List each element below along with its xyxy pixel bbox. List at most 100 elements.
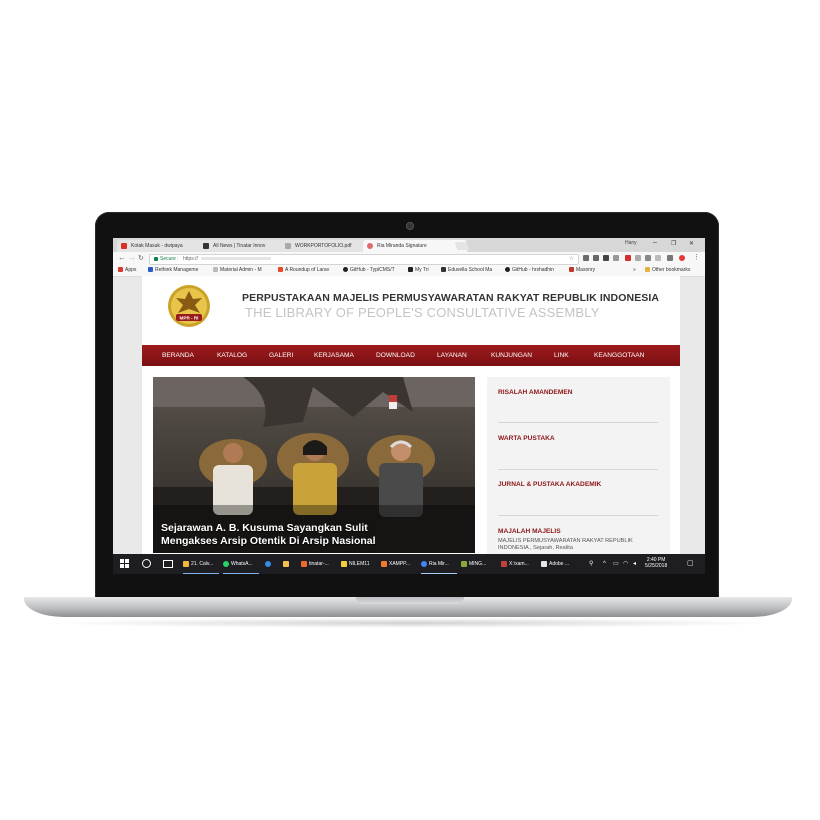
- extension-icon[interactable]: [593, 255, 599, 261]
- wifi-icon[interactable]: ◠: [623, 558, 628, 570]
- new-tab-button[interactable]: [454, 242, 470, 250]
- mail-icon[interactable]: [667, 255, 673, 261]
- xampp-icon: [381, 560, 387, 567]
- taskbar-app[interactable]: Adobe ...: [541, 558, 569, 570]
- taskbar-app[interactable]: [283, 558, 291, 570]
- menu-item-kunjungan[interactable]: KUNJUNGAN: [491, 345, 532, 366]
- close-window-icon[interactable]: ✕: [689, 240, 694, 247]
- main-menu: BERANDA KATALOG GALERI KERJASAMA DOWNLOA…: [142, 345, 680, 366]
- browser-tab-active[interactable]: Ria Miranda Signature ✕: [363, 240, 467, 252]
- browser-tab[interactable]: Kotak Masuk - dwipaya ✕: [117, 240, 211, 252]
- task-view-icon[interactable]: [163, 560, 173, 568]
- cortana-icon[interactable]: [142, 559, 151, 568]
- menu-item-keanggotaan[interactable]: KEANGGOTAAN: [594, 345, 644, 366]
- webcam: [406, 222, 414, 230]
- tab-title: WORKPORTOFOLIO.pdf: [295, 243, 352, 249]
- bookmark-item[interactable]: A Roundup of Larav: [278, 267, 329, 273]
- page-icon: [367, 243, 373, 249]
- browser-tab[interactable]: All News | Tinatar Innov ✕: [199, 240, 293, 252]
- bookmark-item[interactable]: Eduvella School Ma: [441, 267, 492, 273]
- url-text: https://: [182, 256, 198, 262]
- kebab-menu-icon[interactable]: ⋮: [693, 253, 700, 261]
- menu-item-link[interactable]: LINK: [554, 345, 569, 366]
- extension-icon[interactable]: [655, 255, 661, 261]
- adobe-icon: [541, 560, 547, 567]
- menu-item-beranda[interactable]: BERANDA: [162, 345, 194, 366]
- system-clock[interactable]: 2:40 PM 5/25/2018: [645, 557, 667, 569]
- bookmark-item[interactable]: My Tri: [408, 267, 429, 273]
- extension-icon[interactable]: [635, 255, 641, 261]
- maximize-icon[interactable]: ❐: [671, 240, 676, 247]
- rethink-icon: [148, 267, 153, 273]
- gmail-icon: [121, 243, 127, 249]
- profile-name[interactable]: Hany: [625, 240, 637, 246]
- address-bar[interactable]: Secure | https:// ☆: [149, 254, 579, 265]
- taskbar-app[interactable]: tinatar-...: [301, 558, 329, 570]
- clock-date: 5/25/2018: [645, 563, 668, 569]
- taskbar-app[interactable]: XAMPP...: [381, 558, 410, 570]
- terminal-icon: [501, 560, 507, 567]
- bookmark-item[interactable]: GitHub - hrshadhin: [505, 267, 554, 273]
- bookmark-item[interactable]: Rethink Manageme: [148, 267, 198, 273]
- extension-icon[interactable]: [613, 255, 619, 261]
- forward-icon[interactable]: →: [128, 253, 136, 262]
- tab-title: Kotak Masuk - dwipaya: [131, 243, 183, 249]
- extension-icon[interactable]: [645, 255, 651, 261]
- running-indicator: [421, 573, 457, 574]
- taskbar-app[interactable]: X:\xam...: [501, 558, 529, 570]
- menu-item-download[interactable]: DOWNLOAD: [376, 345, 415, 366]
- opera-icon[interactable]: [679, 255, 685, 261]
- taskbar-app[interactable]: MING...: [461, 558, 486, 570]
- sidebar-item-warta[interactable]: WARTA PUSTAKA: [498, 435, 555, 442]
- extension-icon[interactable]: [603, 255, 609, 261]
- document-icon: [341, 560, 347, 567]
- volume-icon[interactable]: ◂: [633, 558, 636, 570]
- bookmark-item[interactable]: Material Admin - M: [213, 267, 262, 273]
- sidebar-item-jurnal[interactable]: JURNAL & PUSTAKA AKADEMIK: [498, 481, 601, 488]
- site-subtitle: THE LIBRARY OF PEOPLE'S CONSULTATIVE ASS…: [245, 305, 600, 320]
- browser-tab[interactable]: WORKPORTOFOLIO.pdf ✕: [281, 240, 375, 252]
- menu-item-kerjasama[interactable]: KERJASAMA: [314, 345, 354, 366]
- laravel-icon: [278, 267, 283, 273]
- taskbar-app[interactable]: WhatsA...: [223, 558, 253, 570]
- back-icon[interactable]: ←: [118, 253, 126, 262]
- bookmark-item[interactable]: Other bookmarks: [645, 267, 690, 273]
- battery-icon[interactable]: ▭: [613, 558, 619, 570]
- taskbar-app[interactable]: 21. Calv...: [183, 558, 213, 570]
- news-slider[interactable]: Sejarawan A. B. Kusuma Sayangkan Sulit M…: [153, 377, 475, 553]
- tray-chevron-icon[interactable]: ^: [603, 558, 606, 570]
- bookmark-item[interactable]: GitHub - TypiCMS/T: [343, 267, 395, 273]
- divider: [498, 469, 658, 470]
- minimize-icon[interactable]: –: [653, 239, 657, 246]
- mpr-logo: MPR - RI: [168, 285, 210, 327]
- menu-item-katalog[interactable]: KATALOG: [217, 345, 247, 366]
- windows-start-icon[interactable]: [120, 559, 129, 568]
- blurred-url: [201, 257, 272, 261]
- taskbar-app[interactable]: [265, 558, 273, 570]
- browser-tab-strip: Kotak Masuk - dwipaya ✕ All News | Tinat…: [113, 238, 705, 252]
- extension-icon[interactable]: [625, 255, 631, 261]
- menu-item-galeri[interactable]: GALERI: [269, 345, 293, 366]
- extension-icon[interactable]: [583, 255, 589, 261]
- secure-label: Secure: [160, 256, 176, 262]
- reload-icon[interactable]: ↻: [138, 254, 144, 262]
- tab-title: All News | Tinatar Innov: [213, 243, 266, 249]
- folder-icon: [645, 267, 650, 273]
- divider: [498, 515, 658, 516]
- people-icon[interactable]: ⚲: [589, 558, 593, 570]
- bookmarks-overflow[interactable]: »: [633, 267, 636, 273]
- slider-caption[interactable]: Sejarawan A. B. Kusuma Sayangkan Sulit M…: [161, 522, 376, 548]
- taskbar-app[interactable]: NILEM11: [341, 558, 369, 570]
- edge-icon: [265, 560, 271, 567]
- eduvella-icon: [441, 267, 446, 273]
- sublime-icon: [301, 560, 307, 567]
- notification-icon[interactable]: ▢: [687, 558, 694, 570]
- star-icon[interactable]: ☆: [569, 255, 574, 264]
- chrome-icon: [421, 560, 427, 567]
- bookmark-item[interactable]: Masonry: [569, 267, 595, 273]
- menu-item-layanan[interactable]: LAYANAN: [437, 345, 467, 366]
- sidebar-item-majalah[interactable]: MAJALAH MAJELIS: [498, 528, 561, 535]
- bookmark-item[interactable]: Apps: [118, 267, 136, 273]
- taskbar-app-active[interactable]: Ria Mir...: [421, 558, 449, 570]
- sidebar-item-risalah[interactable]: RISALAH AMANDEMEN: [498, 389, 572, 396]
